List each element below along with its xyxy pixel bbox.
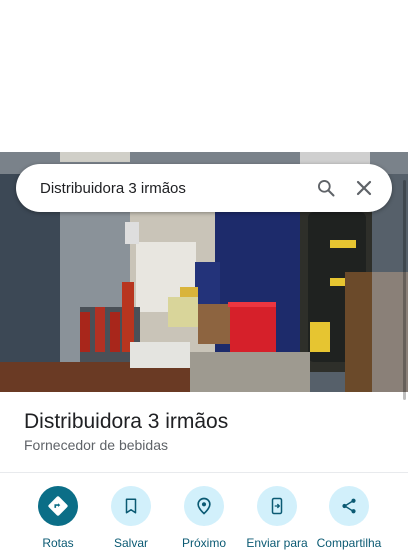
place-title: Distribuidora 3 irmãos	[24, 410, 229, 433]
send-to-phone-label: Enviar para	[246, 536, 308, 550]
close-icon[interactable]	[350, 174, 378, 202]
search-icon[interactable]	[312, 174, 340, 202]
send-to-phone-button[interactable]: Enviar para	[240, 486, 314, 550]
action-bar: Rotas Salvar Próximo Enviar para Compart…	[0, 486, 408, 550]
share-label: Compartilha	[316, 536, 382, 550]
divider	[0, 472, 408, 473]
send-to-phone-icon	[257, 486, 297, 526]
nearby-icon	[184, 486, 224, 526]
scrollbar[interactable]	[403, 180, 406, 400]
place-category: Fornecedor de bebidas	[24, 437, 168, 453]
nearby-label: Próximo	[181, 536, 226, 550]
save-button[interactable]: Salvar	[94, 486, 168, 550]
share-icon	[329, 486, 369, 526]
save-label: Salvar	[113, 536, 148, 550]
nearby-button[interactable]: Próximo	[167, 486, 241, 550]
search-input[interactable]: Distribuidora 3 irmãos	[40, 180, 312, 197]
bookmark-icon	[111, 486, 151, 526]
directions-label: Rotas	[42, 536, 74, 550]
search-bar[interactable]: Distribuidora 3 irmãos	[16, 164, 392, 212]
share-button[interactable]: Compartilha	[312, 486, 386, 550]
directions-button[interactable]: Rotas	[21, 486, 95, 550]
directions-icon	[38, 486, 78, 526]
